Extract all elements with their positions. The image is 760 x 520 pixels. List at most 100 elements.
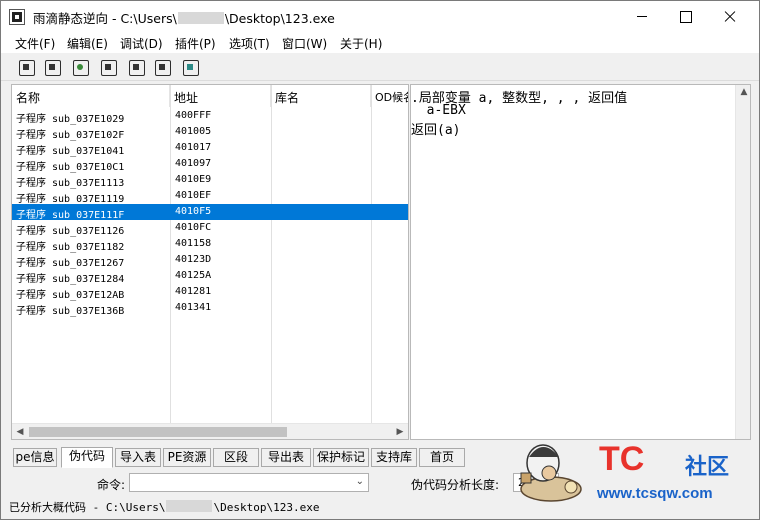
scroll-right-icon[interactable]: ▶ <box>392 424 408 439</box>
tab-pseudocode[interactable]: 伪代码 <box>61 447 113 468</box>
function-list: 名称 地址 库名 OD候名 子程序 sub_037E1029 400FFF 子程序… <box>11 84 409 440</box>
table-row-selected[interactable]: 子程序 sub_037E111F 4010F5 <box>12 204 408 221</box>
row-address: 4010E9 <box>175 174 212 185</box>
row-address: 401158 <box>175 238 212 249</box>
row-address: 4010EF <box>175 190 212 201</box>
scroll-up-icon[interactable]: ▲ <box>736 87 750 101</box>
row-name: 子程序 sub_037E1113 <box>16 178 125 189</box>
row-address: 4010FC <box>175 222 212 233</box>
table-row[interactable]: 子程序 sub_037E1182 401158 <box>12 236 408 253</box>
table-row[interactable]: 子程序 sub_037E1041 401017 <box>12 140 408 157</box>
horizontal-scrollbar[interactable]: ◀ ▶ <box>12 423 408 439</box>
window-title-suffix: \Desktop\123.exe <box>224 11 335 26</box>
menu-options[interactable]: 选项(T) <box>229 35 270 52</box>
tab-sections[interactable]: 区段 <box>213 448 259 467</box>
row-address: 4010F5 <box>175 206 212 217</box>
col-od-name-header[interactable]: OD候名 <box>371 85 408 107</box>
window-title-prefix: 雨滴静态逆向 - C:\Users\ <box>33 11 177 26</box>
code-line: a-EBX <box>411 103 466 118</box>
gear-icon[interactable] <box>17 58 36 77</box>
settings-icon[interactable] <box>127 58 146 77</box>
table-row[interactable]: 子程序 sub_037E1284 40125A <box>12 268 408 285</box>
exit-icon[interactable] <box>181 58 200 77</box>
maximize-button[interactable] <box>663 1 709 31</box>
menu-file[interactable]: 文件(F) <box>15 35 55 52</box>
menu-edit[interactable]: 编辑(E) <box>67 35 108 52</box>
table-row[interactable]: 子程序 sub_037E1267 40123D <box>12 252 408 269</box>
vertical-scrollbar[interactable]: ▲ <box>735 85 750 439</box>
tab-home[interactable]: 首页 <box>419 448 465 467</box>
row-address: 401097 <box>175 158 212 169</box>
row-name: 子程序 sub_037E111F <box>16 210 125 221</box>
app-icon <box>9 9 25 25</box>
minimize-button[interactable] <box>619 1 665 31</box>
menu-window[interactable]: 窗口(W) <box>282 35 327 52</box>
table-row[interactable]: 子程序 sub_037E12AB 401281 <box>12 284 408 301</box>
status-text: 已分析大概代码 - C:\Users\ \Desktop\123.exe <box>9 499 319 515</box>
row-name: 子程序 sub_037E1284 <box>16 274 125 285</box>
title-bar: 雨滴静态逆向 - C:\Users\ \Desktop\123.exe <box>1 1 759 31</box>
tab-protection[interactable]: 保护标记 <box>313 448 369 467</box>
row-name: 子程序 sub_037E136B <box>16 306 125 317</box>
main-window: 雨滴静态逆向 - C:\Users\ \Desktop\123.exe 文件(F)… <box>0 0 760 520</box>
row-name: 子程序 sub_037E1041 <box>16 146 125 157</box>
watermark-logo: TC <box>599 440 645 478</box>
redacted-username <box>166 500 213 512</box>
row-address: 40125A <box>175 270 212 281</box>
command-label: 命令: <box>97 478 126 492</box>
tab-import-table[interactable]: 导入表 <box>115 448 161 467</box>
tab-pe-info[interactable]: pe信息 <box>13 448 57 467</box>
menu-about[interactable]: 关于(H) <box>340 35 382 52</box>
row-name: 子程序 sub_037E12AB <box>16 290 125 301</box>
col-library-header[interactable]: 库名 <box>271 85 371 107</box>
toolbar <box>1 54 759 81</box>
watermark-logo-text: 社区 <box>685 455 730 480</box>
menu-bar: 文件(F) 编辑(E) 调试(D) 插件(P) 选项(T) 窗口(W) 关于(H… <box>1 31 759 53</box>
menu-plugin[interactable]: 插件(P) <box>175 35 216 52</box>
row-name: 子程序 sub_037E1126 <box>16 226 125 237</box>
row-name: 子程序 sub_037E1267 <box>16 258 125 269</box>
scroll-left-icon[interactable]: ◀ <box>12 424 28 439</box>
row-address: 401005 <box>175 126 212 137</box>
page-icon[interactable] <box>153 58 172 77</box>
copy-icon[interactable] <box>99 58 118 77</box>
row-address: 401341 <box>175 302 212 313</box>
table-row[interactable]: 子程序 sub_037E1113 4010E9 <box>12 172 408 189</box>
pseudo-length-label: 伪代码分析长度: <box>411 478 500 492</box>
command-input[interactable]: ⌄ <box>129 473 369 492</box>
row-name: 子程序 sub_037E10C1 <box>16 162 125 173</box>
table-row[interactable]: 子程序 sub_037E102F 401005 <box>12 124 408 141</box>
pseudocode-view[interactable]: .局部变量 a, 整数型, , , 返回值 a-EBX 返回(a) ▲ <box>410 84 751 440</box>
row-address: 40123D <box>175 254 212 265</box>
list-rows: 子程序 sub_037E1029 400FFF 子程序 sub_037E102F 4… <box>12 108 408 317</box>
redacted-username <box>177 12 224 24</box>
row-name: 子程序 sub_037E102F <box>16 130 125 141</box>
close-button[interactable] <box>707 1 753 31</box>
window-title: 雨滴静态逆向 - C:\Users\ \Desktop\123.exe <box>33 8 335 27</box>
table-row[interactable]: 子程序 sub_037E10C1 401097 <box>12 156 408 173</box>
list-header: 名称 地址 库名 OD候名 <box>12 85 408 107</box>
watermark-url: www.tcsqw.com <box>597 485 713 502</box>
menu-debug[interactable]: 调试(D) <box>120 35 163 52</box>
tab-export-table[interactable]: 导出表 <box>261 448 311 467</box>
row-name: 子程序 sub_037E1029 <box>16 114 125 125</box>
refresh-icon[interactable] <box>71 58 90 77</box>
table-row[interactable]: 子程序 sub_037E1119 4010EF <box>12 188 408 205</box>
save-icon[interactable] <box>43 58 62 77</box>
watermark-mascot <box>520 444 582 502</box>
row-address: 400FFF <box>175 110 212 121</box>
tab-pe-resources[interactable]: PE资源 <box>163 448 211 467</box>
table-row[interactable]: 子程序 sub_037E136B 401341 <box>12 300 408 317</box>
row-name: 子程序 sub_037E1182 <box>16 242 125 253</box>
col-name-header[interactable]: 名称 <box>12 85 170 107</box>
row-address: 401017 <box>175 142 212 153</box>
table-row[interactable]: 子程序 sub_037E1029 400FFF <box>12 108 408 125</box>
row-name: 子程序 sub_037E1119 <box>16 194 125 205</box>
status-suffix: \Desktop\123.exe <box>213 501 320 514</box>
status-prefix: 已分析大概代码 - C:\Users\ <box>9 501 166 514</box>
scrollbar-thumb[interactable] <box>29 427 287 437</box>
tab-support-lib[interactable]: 支持库 <box>371 448 417 467</box>
col-address-header[interactable]: 地址 <box>170 85 271 107</box>
chevron-down-icon[interactable]: ⌄ <box>356 476 364 487</box>
table-row[interactable]: 子程序 sub_037E1126 4010FC <box>12 220 408 237</box>
